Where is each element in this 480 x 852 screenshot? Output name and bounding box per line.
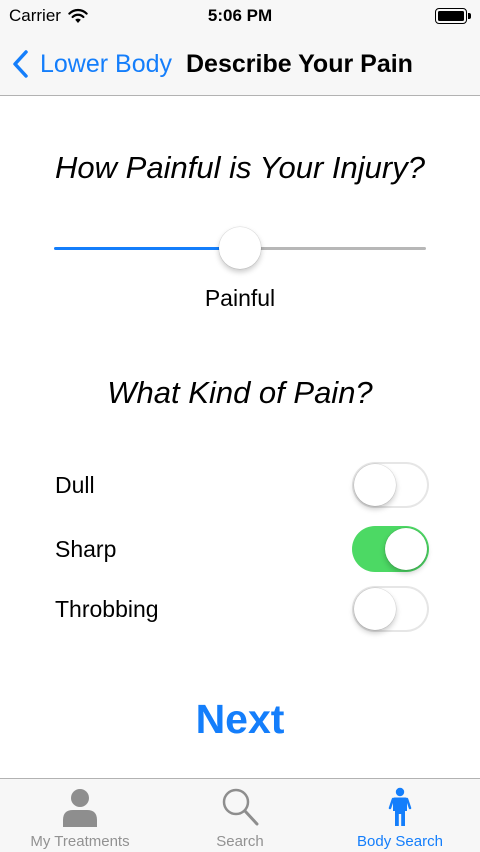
back-label: Lower Body [40, 49, 173, 78]
throbbing-toggle[interactable] [352, 586, 429, 632]
toggle-knob [354, 588, 396, 630]
pain-level-slider[interactable] [54, 226, 426, 270]
tab-label: Body Search [357, 833, 443, 850]
pain-type-question: What Kind of Pain? [107, 375, 373, 410]
tab-search[interactable]: Search [160, 779, 320, 852]
pain-option-dull: Dull [0, 460, 480, 510]
tab-body-search[interactable]: Body Search [320, 779, 480, 852]
intensity-question: How Painful is Your Injury? [55, 150, 425, 185]
body-icon [388, 787, 412, 826]
tab-label: Search [216, 833, 264, 850]
slider-thumb[interactable] [219, 227, 261, 269]
battery-icon [435, 8, 471, 24]
person-icon [63, 789, 97, 827]
toggle-knob [385, 528, 427, 570]
tab-label: My Treatments [30, 833, 130, 850]
status-time: 5:06 PM [207, 6, 273, 25]
navigation-bar: Lower Body Describe Your Pain [0, 32, 480, 96]
next-button[interactable]: Next [0, 696, 480, 743]
slider-track-empty [240, 247, 426, 250]
sharp-toggle[interactable] [352, 526, 429, 572]
status-bar: Carrier 5:06 PM [0, 0, 480, 32]
toggle-knob [354, 464, 396, 506]
tab-my-treatments[interactable]: My Treatments [0, 779, 160, 852]
chevron-left-icon [13, 50, 28, 78]
dull-toggle[interactable] [352, 462, 429, 508]
pain-option-label: Dull [55, 472, 95, 498]
pain-option-label: Sharp [55, 536, 117, 562]
magnifier-icon [222, 788, 259, 826]
pain-option-label: Throbbing [55, 596, 159, 622]
pain-option-sharp: Sharp [0, 524, 480, 574]
back-button[interactable]: Lower Body [12, 48, 172, 80]
tab-bar: My Treatments Search Body Search [0, 778, 480, 852]
slider-track-filled [54, 247, 240, 250]
pain-option-throbbing: Throbbing [0, 584, 480, 634]
pain-level-label: Painful [204, 285, 276, 311]
page-title: Describe Your Pain [186, 50, 413, 78]
